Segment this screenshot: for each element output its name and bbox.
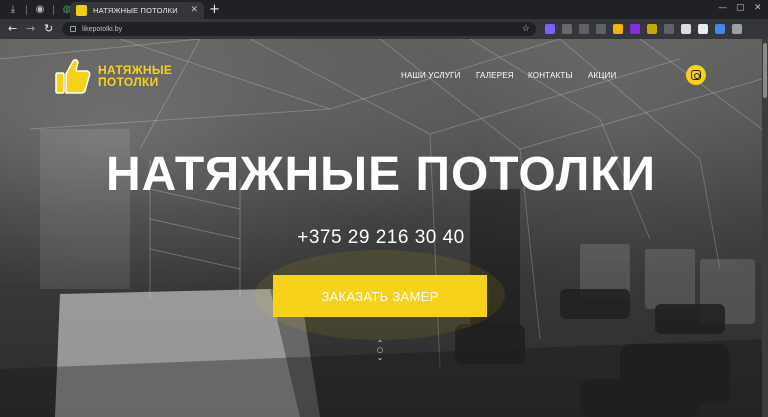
browser-toolbar: ← → ↻ likepotolki.by ☆ xyxy=(0,19,768,39)
tab-separator xyxy=(53,4,54,15)
extension-icon[interactable] xyxy=(664,24,674,34)
extension-icon[interactable] xyxy=(562,24,572,34)
extension-icon[interactable] xyxy=(579,24,589,34)
nav-link-contacts[interactable]: КОНТАКТЫ xyxy=(528,71,573,80)
phone-number[interactable]: +375 29 216 30 40 xyxy=(0,227,762,249)
extension-icon[interactable] xyxy=(647,24,657,34)
hero-title: НАТЯЖНЫЕ ПОТОЛКИ xyxy=(105,148,657,201)
close-window-button[interactable]: ✕ xyxy=(754,3,762,13)
nav-link-promotions[interactable]: АКЦИИ xyxy=(588,71,616,80)
web-page: НАТЯЖНЫЕ ПОТОЛКИ НАШИ УСЛУГИ ГАЛЕРЕЯ КОН… xyxy=(0,39,762,417)
address-bar[interactable]: likepotolki.by ☆ xyxy=(62,22,536,36)
extension-icon[interactable] xyxy=(545,24,555,34)
order-measurement-button[interactable]: ЗАКАЗАТЬ ЗАМЕР xyxy=(273,275,487,317)
extension-icon[interactable] xyxy=(630,24,640,34)
tab-favicon-icon xyxy=(76,5,87,16)
page-scrollbar[interactable] xyxy=(762,39,768,417)
reload-button[interactable]: ↻ xyxy=(44,22,53,35)
extension-icon[interactable] xyxy=(732,24,742,34)
bookmark-star-icon[interactable]: ☆ xyxy=(522,22,530,36)
scrollbar-thumb[interactable] xyxy=(763,43,767,98)
tab-title: НАТЯЖНЫЕ ПОТОЛКИ xyxy=(93,6,178,15)
instagram-icon xyxy=(691,70,701,80)
maximize-button[interactable]: ▢ xyxy=(736,3,745,13)
minimize-button[interactable]: — xyxy=(718,3,727,13)
site-logo[interactable]: НАТЯЖНЫЕ ПОТОЛКИ xyxy=(54,57,172,95)
browser-window: ⤓ ◉ ◍ НАТЯЖНЫЕ ПОТОЛКИ ✕ + — ▢ ✕ ← → ↻ l… xyxy=(0,0,768,417)
extension-icon[interactable] xyxy=(596,24,606,34)
tab-separator xyxy=(26,4,27,15)
pinned-tab-globe-icon[interactable]: ◉ xyxy=(33,3,47,17)
url-text: likepotolki.by xyxy=(82,25,123,33)
tab-close-icon[interactable]: ✕ xyxy=(190,5,198,15)
logo-text: НАТЯЖНЫЕ ПОТОЛКИ xyxy=(98,64,172,88)
forward-button[interactable]: → xyxy=(26,22,35,35)
extension-icon[interactable] xyxy=(681,24,691,34)
active-tab[interactable]: НАТЯЖНЫЕ ПОТОЛКИ ✕ xyxy=(70,2,204,19)
back-button[interactable]: ← xyxy=(8,22,17,35)
thumbs-up-icon xyxy=(55,58,91,94)
nav-link-services[interactable]: НАШИ УСЛУГИ xyxy=(401,71,461,80)
logo-line-2: ПОТОЛКИ xyxy=(98,75,159,89)
extension-icon[interactable] xyxy=(613,24,623,34)
instagram-button[interactable] xyxy=(686,65,706,85)
extension-icon[interactable] xyxy=(715,24,725,34)
download-icon[interactable]: ⤓ xyxy=(6,3,20,17)
nav-link-gallery[interactable]: ГАЛЕРЕЯ xyxy=(476,71,514,80)
new-tab-button[interactable]: + xyxy=(209,2,220,17)
scroll-down-icon[interactable]: ⌃ ○ ⌄ xyxy=(372,340,388,362)
lock-icon xyxy=(70,26,76,32)
extension-icon[interactable] xyxy=(698,24,708,34)
